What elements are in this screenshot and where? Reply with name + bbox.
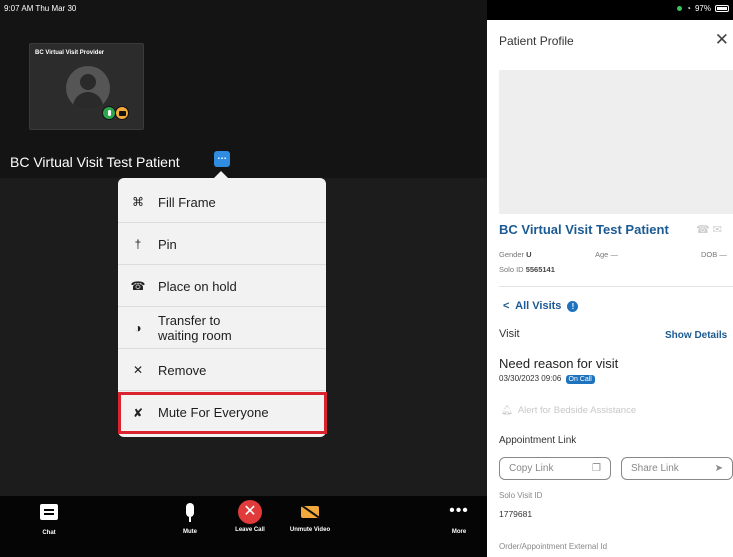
divider xyxy=(499,286,733,287)
more-dots-icon: ••• xyxy=(449,502,469,519)
unmute-video-label: Unmute Video xyxy=(289,527,331,533)
hold-icon: ☎ xyxy=(130,279,146,293)
age-row: Age — xyxy=(595,250,618,259)
age-label: Age xyxy=(595,250,609,259)
menu-item-label: Remove xyxy=(158,362,207,378)
visit-date: 03/30/2023 09:06 On Call xyxy=(499,374,595,384)
share-link-label: Share Link xyxy=(631,463,679,474)
waiting-room-icon: ◑ xyxy=(134,321,142,335)
menu-item-transfer-waiting-room[interactable]: ◑ Transfer to waiting room xyxy=(118,308,326,349)
visit-datetime: 03/30/2023 09:06 xyxy=(499,374,562,383)
alert-bedside-button[interactable]: 🔔︎ Alert for Bedside Assistance xyxy=(501,405,636,416)
solo-visit-id-value: 1779681 xyxy=(499,509,533,519)
menu-item-label: Place on hold xyxy=(158,278,237,294)
panel-title: Patient Profile xyxy=(499,34,574,48)
status-indicators: ◔ 97% xyxy=(677,4,729,13)
chat-label: Chat xyxy=(42,530,56,536)
more-button[interactable]: ••• More xyxy=(444,500,474,536)
leave-call-label: Leave Call xyxy=(235,527,265,533)
bell-icon: 🔔︎ xyxy=(501,405,514,416)
patient-name: BC Virtual Visit Test Patient xyxy=(499,222,669,237)
solo-id-label: Solo ID xyxy=(499,265,524,274)
menu-item-label: Transfer to waiting room xyxy=(158,313,232,343)
wifi-icon: ◔ xyxy=(686,4,691,13)
all-visits-label: All Visits xyxy=(515,300,562,312)
info-icon[interactable]: ! xyxy=(567,301,579,312)
phone-icon[interactable]: ☎ xyxy=(696,224,710,236)
solo-id-value: 5565141 xyxy=(525,265,555,274)
fill-frame-icon: ⌘ xyxy=(132,195,144,209)
send-icon: ➤ xyxy=(714,463,723,474)
menu-item-label: Pin xyxy=(158,236,177,252)
recording-dot-icon xyxy=(677,6,683,11)
battery-percent: 97% xyxy=(694,4,711,13)
menu-item-place-on-hold[interactable]: ☎ Place on hold xyxy=(118,266,326,307)
alert-label: Alert for Bedside Assistance xyxy=(517,405,637,416)
participant-options-button[interactable]: … xyxy=(214,151,230,167)
gender-label: Gender xyxy=(499,250,525,259)
avatar-icon xyxy=(66,66,110,110)
status-time: 9:07 AM Thu Mar 30 xyxy=(4,4,77,13)
leave-call-icon: ✕ xyxy=(238,500,262,524)
solo-id-row: Solo ID 5565141 xyxy=(499,265,555,274)
visit-reason: Need reason for visit xyxy=(499,356,619,371)
more-label: More xyxy=(451,529,467,535)
self-tile-name: BC Virtual Visit Provider xyxy=(35,50,105,56)
on-call-badge: On Call xyxy=(565,375,595,384)
copy-link-button[interactable]: Copy Link ❐ xyxy=(499,457,611,480)
patient-video-preview xyxy=(499,70,733,214)
show-details-link[interactable]: Show Details xyxy=(665,330,727,341)
mute-button[interactable]: Mute xyxy=(175,500,205,535)
email-icon[interactable]: ✉ xyxy=(713,224,722,236)
microphone-icon xyxy=(186,503,194,522)
gender-row: Gender U xyxy=(499,250,532,259)
video-off-icon xyxy=(115,106,129,120)
self-video-tile[interactable]: BC Virtual Visit Provider xyxy=(29,43,144,130)
menu-item-label: Fill Frame xyxy=(158,194,216,210)
leave-call-button[interactable]: ✕ Leave Call xyxy=(228,500,272,533)
dob-row: DOB — xyxy=(701,250,727,259)
dob-value: — xyxy=(719,250,727,259)
chat-button[interactable]: Chat xyxy=(35,500,63,536)
all-visits-link[interactable]: < All Visits ! xyxy=(503,300,579,312)
menu-item-remove[interactable]: ✕ Remove xyxy=(118,350,326,391)
video-off-icon xyxy=(301,506,319,518)
copy-icon: ❐ xyxy=(592,463,601,474)
chat-icon xyxy=(40,504,58,520)
gender-value: U xyxy=(526,250,532,259)
patient-profile-panel: Patient Profile ✕ BC Virtual Visit Test … xyxy=(487,20,733,557)
close-icon[interactable]: ✕ xyxy=(715,30,729,50)
menu-item-pin[interactable]: † Pin xyxy=(118,224,326,265)
age-value: — xyxy=(610,250,618,259)
pin-icon: † xyxy=(134,237,142,251)
back-chevron-icon: < xyxy=(503,300,510,312)
share-link-button[interactable]: Share Link ➤ xyxy=(621,457,733,480)
unmute-video-button[interactable]: Unmute Video xyxy=(283,500,337,533)
dob-label: DOB xyxy=(701,250,718,259)
menu-item-fill-frame[interactable]: ⌘ Fill Frame xyxy=(118,182,326,223)
visit-label: Visit xyxy=(499,328,520,340)
appointment-link-label: Appointment Link xyxy=(499,435,577,446)
copy-link-label: Copy Link xyxy=(509,463,554,474)
external-id-label: Order/Appointment External Id xyxy=(499,542,608,551)
remove-icon: ✕ xyxy=(132,363,144,377)
mic-on-icon xyxy=(102,106,116,120)
solo-visit-id-label: Solo Visit ID xyxy=(499,491,543,500)
battery-icon xyxy=(715,5,729,12)
participant-name: BC Virtual Visit Test Patient xyxy=(10,154,180,170)
contact-icons: ☎ ✉ xyxy=(696,223,722,236)
highlight-box xyxy=(118,392,327,434)
mute-label: Mute xyxy=(183,529,197,535)
